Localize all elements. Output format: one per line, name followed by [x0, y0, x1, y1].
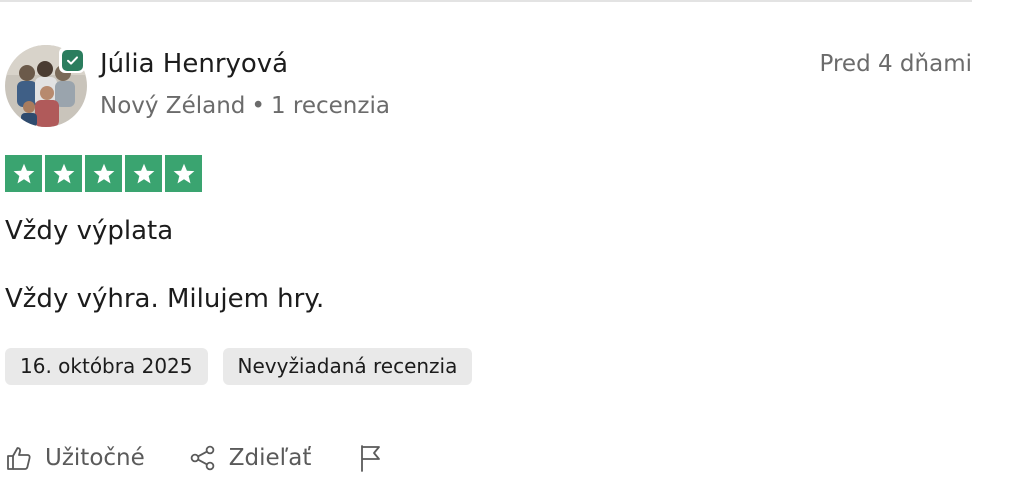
reviewer-meta: Nový Zéland • 1 recenzia [100, 90, 390, 122]
star-icon [45, 155, 82, 192]
review-tags: 16. októbra 2025 Nevyžiadaná recenzia [5, 348, 473, 385]
top-divider [0, 0, 972, 2]
reviewer-country: Nový Zéland [100, 93, 246, 119]
reviewer-name[interactable]: Júlia Henryová [100, 46, 288, 82]
report-button[interactable] [357, 443, 385, 473]
helpful-label: Užitočné [45, 445, 145, 471]
review-title[interactable]: Vždy výplata [5, 213, 173, 249]
check-badge-icon [61, 49, 83, 71]
flag-icon [361, 445, 381, 472]
helpful-button[interactable]: Užitočné [5, 438, 145, 478]
review-date-tag: 16. októbra 2025 [5, 348, 208, 385]
star-icon [85, 155, 122, 192]
star-icon [125, 155, 162, 192]
verified-badge [59, 47, 85, 73]
star-rating [5, 155, 202, 192]
review-relative-date: Pred 4 dňami [819, 51, 973, 77]
review-body: Vždy výhra. Milujem hry. [5, 284, 325, 314]
unprompted-review-tag: Nevyžiadaná recenzia [222, 348, 473, 385]
share-button[interactable]: Zdieľať [189, 438, 312, 478]
meta-separator: • [251, 93, 265, 119]
review-actions: Užitočné Zdieľať [5, 438, 385, 478]
thumbs-up-icon [7, 447, 31, 470]
star-icon [5, 155, 42, 192]
share-icon [190, 445, 215, 471]
share-label: Zdieľať [228, 445, 312, 471]
reviewer-review-count: 1 recenzia [270, 93, 390, 119]
star-icon [165, 155, 202, 192]
